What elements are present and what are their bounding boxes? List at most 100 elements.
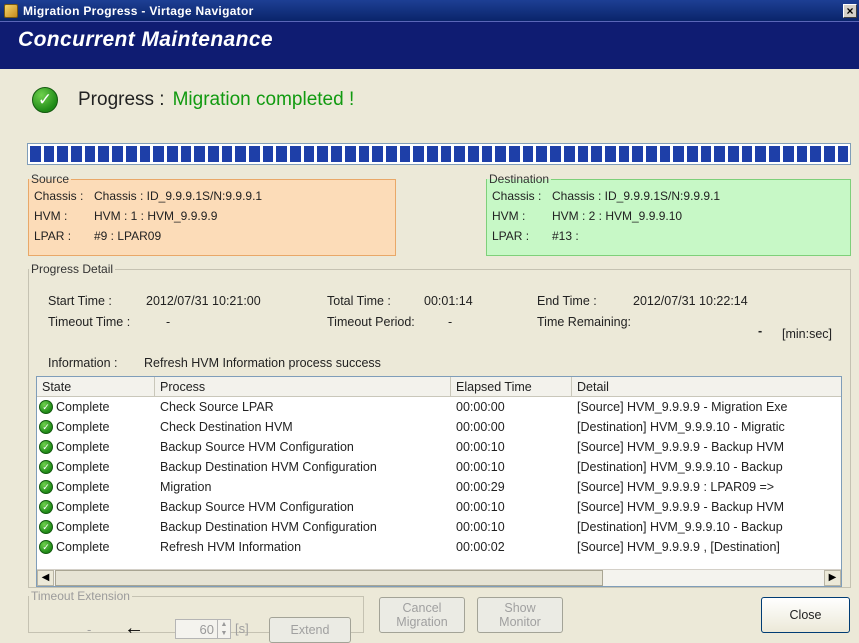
progress-segment	[43, 146, 55, 162]
column-header-process[interactable]: Process	[155, 377, 451, 396]
elapsed-cell: 00:00:10	[456, 520, 505, 534]
source-legend: Source	[31, 172, 70, 186]
information-value: Refresh HVM Information process success	[144, 356, 381, 370]
table-row[interactable]: ✓ Complete Backup Destination HVM Configur…	[37, 517, 841, 537]
check-circle-icon: ✓	[39, 540, 53, 554]
close-button[interactable]: Close	[761, 597, 850, 633]
column-header-detail[interactable]: Detail	[572, 377, 841, 396]
state-cell: ✓ Complete	[37, 500, 155, 514]
scroll-thumb[interactable]	[55, 570, 603, 586]
timeout-dash: -	[87, 622, 92, 637]
scroll-right-button[interactable]: ▶	[824, 570, 841, 586]
source-group: Source Chassis : Chassis : ID_9.9.9.1S/N:…	[28, 172, 396, 256]
table-row[interactable]: ✓ Complete Check Destination HVM 00:00:00 [D…	[37, 417, 841, 437]
state-text: Complete	[56, 520, 110, 534]
progress-segment	[823, 146, 835, 162]
show-monitor-button[interactable]: Show Monitor	[477, 597, 563, 633]
check-circle-icon: ✓	[39, 440, 53, 454]
column-header-state[interactable]: State	[37, 377, 155, 396]
check-circle-icon: ✓	[39, 460, 53, 474]
check-circle-icon: ✓	[39, 500, 53, 514]
progress-segment	[509, 146, 520, 162]
source-lpar-key: LPAR :	[34, 229, 72, 243]
table-row[interactable]: ✓ Complete Backup Source HVM Configuration…	[37, 437, 841, 457]
total-time-value: 00:01:14	[424, 294, 473, 308]
detail-cell: [Destination] HVM_9.9.9.10 - Migratic	[577, 420, 785, 434]
table-row[interactable]: ✓ Complete Backup Source HVM Configuration…	[37, 497, 841, 517]
destination-hvm-value: HVM : 2 : HVM_9.9.9.10	[552, 209, 683, 223]
time-remaining-unit: [min:sec]	[782, 327, 833, 341]
progress-segment	[207, 146, 219, 162]
progress-segment	[741, 146, 753, 162]
table-row[interactable]: ✓ Complete Backup Destination HVM Configur…	[37, 457, 841, 477]
column-header-elapsed-time[interactable]: Elapsed Time	[451, 377, 572, 396]
progress-bar	[27, 143, 851, 165]
state-text: Complete	[56, 540, 110, 554]
timeout-time-value: -	[166, 315, 171, 329]
start-time-label: Start Time :	[48, 294, 112, 308]
source-hvm-value: HVM : 1 : HVM_9.9.9.9	[94, 209, 218, 223]
destination-hvm-key: HVM :	[492, 209, 526, 223]
timeout-extension-legend: Timeout Extension	[31, 589, 130, 603]
progress-segment	[125, 146, 137, 162]
scroll-left-button[interactable]: ◀	[37, 570, 54, 586]
timeout-seconds-value[interactable]: 60	[176, 620, 217, 638]
extend-button[interactable]: Extend	[269, 617, 351, 643]
progress-segment	[550, 146, 561, 162]
destination-chassis-value: Chassis : ID_9.9.9.1S/N:9.9.9.1	[552, 189, 721, 203]
process-cell: Migration	[160, 480, 212, 494]
check-circle-icon: ✓	[39, 520, 53, 534]
detail-cell: [Destination] HVM_9.9.9.10 - Backup	[577, 520, 783, 534]
cancel-label-line1: Cancel	[402, 601, 442, 615]
progress-segment	[235, 146, 246, 162]
detail-cell: [Source] HVM_9.9.9.9 - Migration Exe	[577, 400, 788, 414]
table-row[interactable]: ✓ Complete Migration 00:00:29 [Source] HVM_9…	[37, 477, 841, 497]
state-cell: ✓ Complete	[37, 520, 155, 534]
time-remaining-value: -	[758, 324, 763, 338]
cancel-label-line2: Migration	[396, 615, 448, 629]
table-row[interactable]: ✓ Complete Check Source LPAR 00:00:00 [Sourc…	[37, 397, 841, 417]
table-header: State Process Elapsed Time Detail	[37, 377, 841, 397]
end-time-value: 2012/07/31 10:22:14	[633, 294, 748, 308]
progress-segment	[618, 146, 630, 162]
elapsed-cell: 00:00:10	[456, 500, 505, 514]
progress-segment	[57, 146, 69, 162]
table-row[interactable]: ✓ Complete Refresh HVM Information 00:00:02…	[37, 537, 841, 557]
timeout-unit: [s]	[235, 621, 249, 636]
detail-cell: [Source] HVM_9.9.9.9 - Backup HVM	[577, 500, 785, 514]
cancel-migration-button[interactable]: Cancel Migration	[379, 597, 465, 633]
progress-segment	[700, 146, 712, 162]
destination-chassis-key: Chassis :	[492, 189, 542, 203]
progress-segment	[563, 146, 575, 162]
progress-segment	[180, 146, 192, 162]
start-time-value: 2012/07/31 10:21:00	[146, 294, 261, 308]
progress-segment	[468, 146, 479, 162]
timeout-seconds-stepper[interactable]: 60 ▲ ▼	[175, 619, 231, 639]
check-circle-icon: ✓	[39, 400, 53, 414]
elapsed-cell: 00:00:00	[456, 420, 505, 434]
window-title: Migration Progress - Virtage Navigator	[23, 3, 254, 18]
scroll-track[interactable]	[603, 570, 824, 586]
progress-segment	[577, 146, 589, 162]
progress-segment	[194, 146, 205, 162]
show-label-line1: Show	[504, 601, 536, 615]
stepper-down-icon[interactable]: ▼	[218, 629, 230, 638]
stepper-up-icon[interactable]: ▲	[218, 620, 230, 629]
progress-segment	[98, 146, 110, 162]
progress-segment	[358, 146, 370, 162]
progress-segment	[495, 146, 507, 162]
state-text: Complete	[56, 480, 110, 494]
progress-segment	[536, 146, 548, 162]
progress-segment	[591, 146, 602, 162]
progress-segment	[71, 146, 82, 162]
horizontal-scrollbar[interactable]: ◀ ▶	[37, 569, 841, 586]
progress-segment	[714, 146, 726, 162]
process-cell: Backup Source HVM Configuration	[160, 500, 354, 514]
process-cell: Backup Source HVM Configuration	[160, 440, 354, 454]
window-close-button[interactable]: ×	[843, 3, 857, 18]
elapsed-cell: 00:00:00	[456, 400, 505, 414]
progress-detail-group: Progress Detail Start Time : 2012/07/31 …	[28, 262, 851, 588]
state-text: Complete	[56, 400, 110, 414]
progress-segment	[249, 146, 260, 162]
destination-lpar-key: LPAR :	[492, 229, 530, 243]
